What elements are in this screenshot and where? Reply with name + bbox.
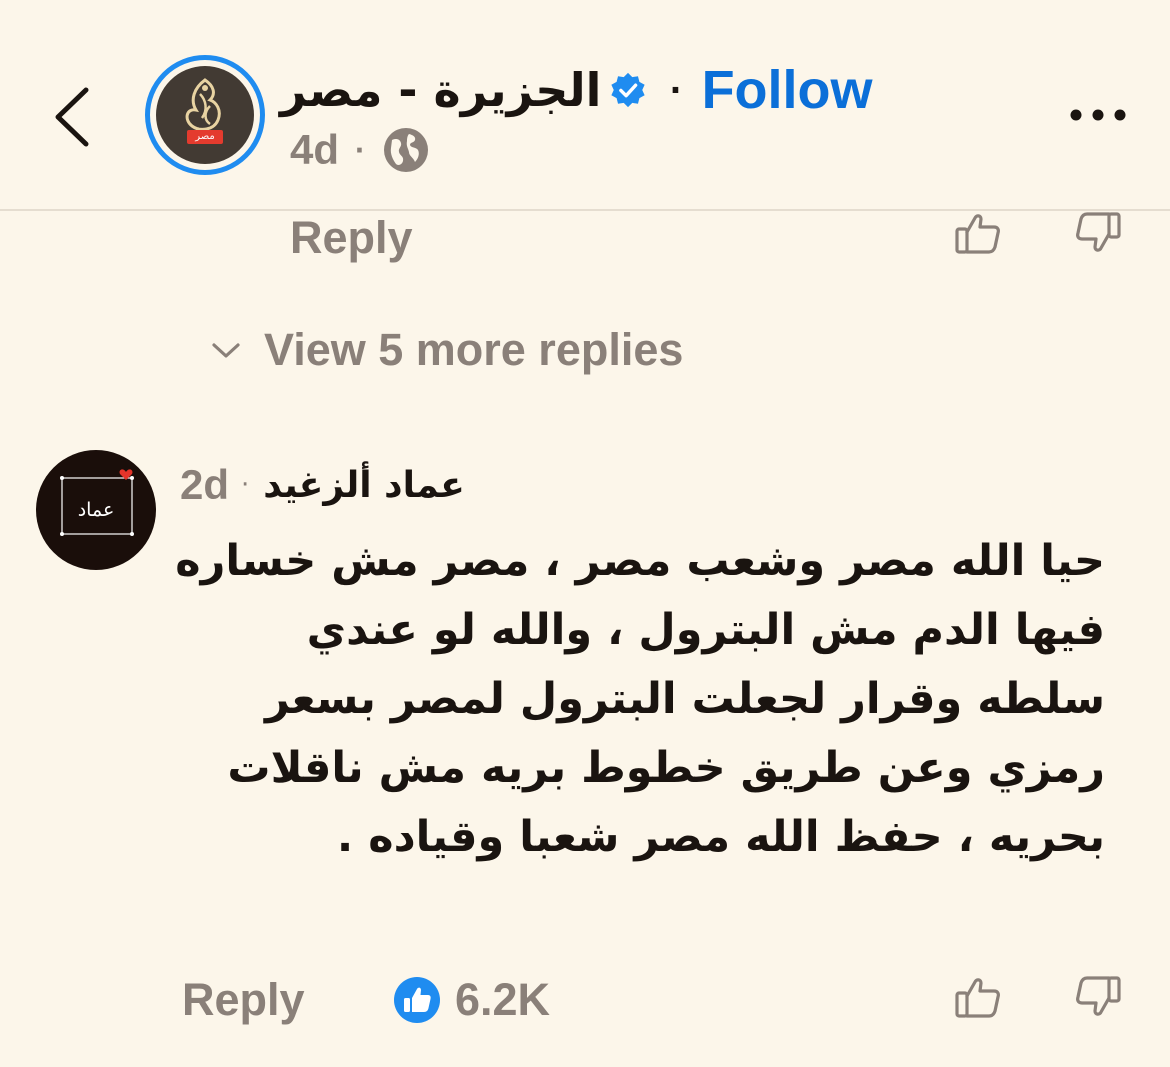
like-reaction-icon [394, 977, 440, 1023]
back-button[interactable] [48, 82, 98, 152]
follow-separator: · [669, 71, 682, 109]
page-name[interactable]: الجزيرة - مصر [280, 63, 601, 117]
post-meta: 4d · [290, 122, 430, 178]
page-avatar[interactable]: مصر [145, 55, 265, 175]
avatar-badge-text: مصر [195, 131, 215, 142]
like-button[interactable] [953, 974, 1003, 1020]
thumbs-up-icon [955, 978, 1000, 1018]
page-name-row: الجزيرة - مصر · Follow [280, 50, 980, 130]
avatar-text: عماد [77, 499, 115, 521]
verified-badge-icon [611, 72, 646, 108]
dislike-button[interactable] [1073, 974, 1123, 1020]
thumbs-up-icon [955, 214, 1000, 254]
view-more-replies-button[interactable]: View 5 more replies [210, 318, 683, 382]
previous-dislike-button[interactable] [1073, 210, 1123, 256]
comment-time: 2d [180, 461, 230, 508]
globe-icon [383, 128, 428, 172]
thumbs-down-icon [1076, 212, 1121, 252]
like-count: 6.2K [455, 974, 551, 1025]
comment-author[interactable]: عماد ألزغيد [263, 465, 465, 506]
more-options-button[interactable] [1066, 95, 1130, 135]
comment-separator: · [241, 470, 250, 500]
commenter-avatar[interactable]: عماد [36, 450, 156, 570]
chevron-left-icon [55, 87, 89, 147]
post-time: 4d [290, 126, 340, 173]
view-more-replies-label: View 5 more replies [264, 324, 684, 375]
comment-text: حيا الله مصر وشعب مصر ، مصر مش خساره فيه… [175, 536, 1105, 862]
meta-separator: · [355, 131, 366, 168]
page-logo: مصر [156, 66, 254, 164]
aljazeera-logo-icon [185, 78, 221, 131]
follow-button[interactable]: Follow [702, 59, 873, 121]
more-dots-icon [1070, 109, 1126, 121]
previous-like-button[interactable] [953, 210, 1003, 256]
reply-button[interactable]: Reply [182, 972, 305, 1028]
comment-header: 2d · عماد ألزغيد [180, 455, 560, 515]
chevron-down-icon [212, 343, 240, 358]
previous-reply-button[interactable]: Reply [290, 210, 413, 266]
reaction-summary[interactable]: 6.2K [393, 972, 550, 1028]
thumbs-down-icon [1076, 976, 1121, 1016]
